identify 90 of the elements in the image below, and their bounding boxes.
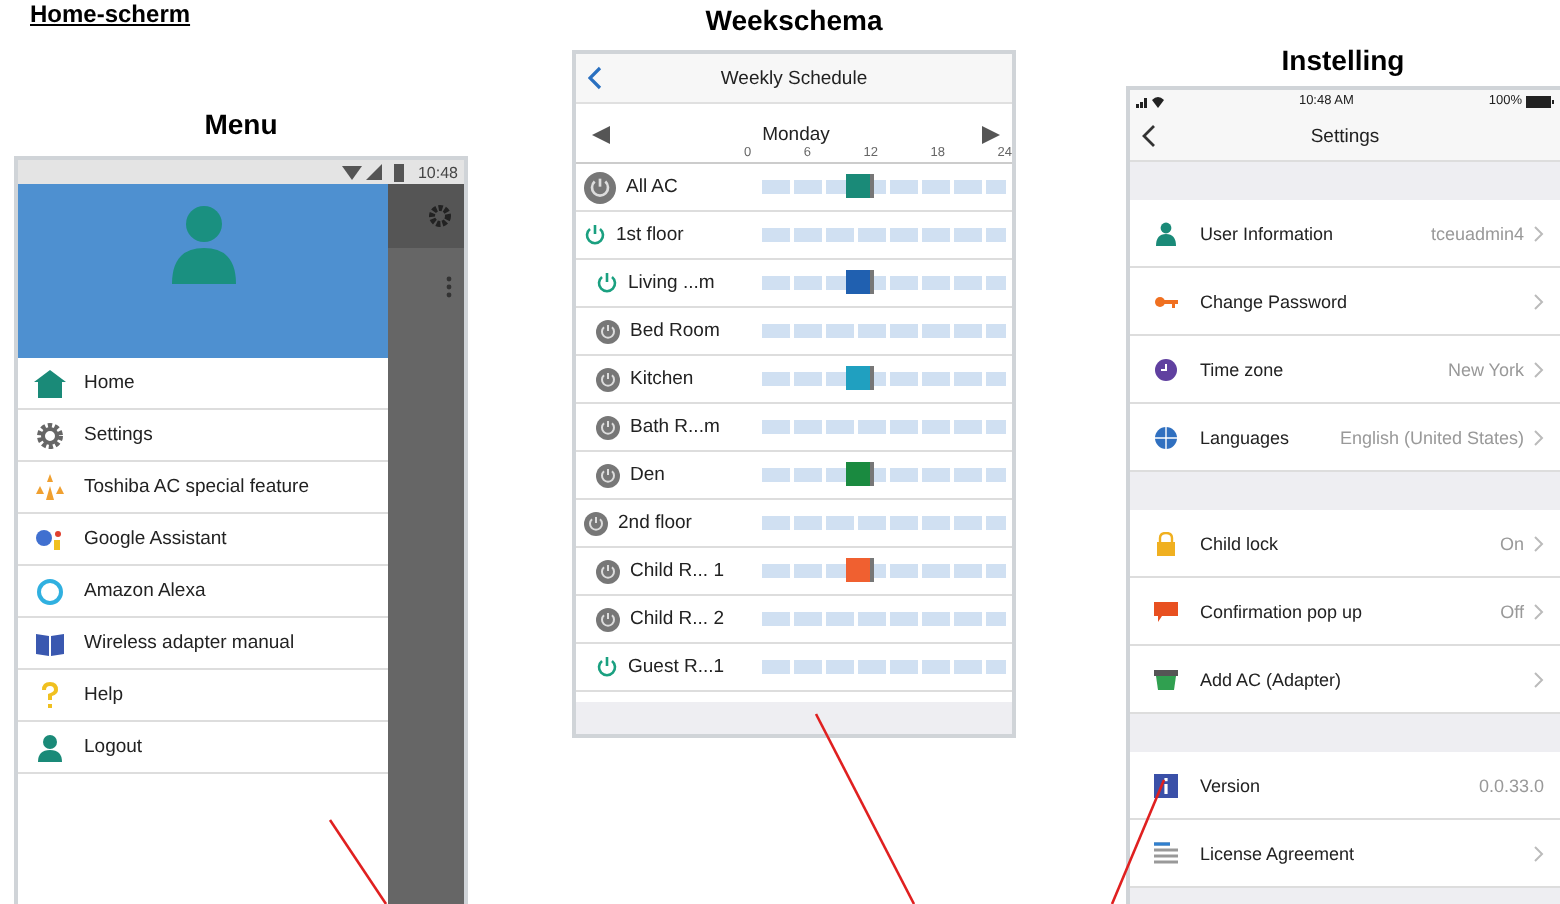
schedule-block[interactable] — [846, 174, 875, 198]
stars-icon — [34, 473, 66, 501]
globe-icon — [1154, 425, 1178, 449]
clock-icon — [1154, 357, 1178, 381]
settings-row[interactable]: Time zone New York — [1130, 336, 1560, 404]
person-icon — [1154, 221, 1178, 245]
room-name: Den — [630, 464, 667, 486]
screen-title: Weekly Schedule — [720, 67, 868, 89]
status-time: 10:48 — [417, 163, 458, 181]
room-name: Living ...m — [628, 272, 717, 294]
room-name: Bed Room — [630, 320, 722, 342]
page-heading: Home-scherm — [30, 0, 191, 28]
room-name: Bath R...m — [630, 416, 722, 438]
section-heading: Weekschema — [703, 4, 885, 38]
info-icon — [1154, 773, 1178, 797]
schedule-block[interactable] — [845, 270, 874, 294]
lock-icon — [1154, 531, 1178, 555]
screen-title: Settings — [1310, 125, 1380, 147]
power-button-icon[interactable] — [596, 559, 620, 583]
day-label: Monday — [762, 124, 830, 146]
leader-line — [328, 819, 388, 904]
setting-label: Time zone — [1200, 359, 1284, 379]
previous-day-icon[interactable] — [592, 126, 610, 144]
gear-icon — [34, 421, 66, 449]
settings-row[interactable]: User Information tceuadmin4 — [1130, 200, 1560, 268]
power-button-icon[interactable] — [596, 463, 620, 487]
setting-label: Languages — [1200, 427, 1290, 447]
power-icon[interactable] — [596, 656, 618, 678]
adapter-icon — [1154, 667, 1178, 691]
signal-wifi-icon — [1136, 95, 1164, 107]
power-button-icon[interactable] — [596, 607, 620, 631]
dots-icon — [34, 525, 66, 553]
room-name: Kitchen — [630, 368, 696, 390]
section-heading: Instelling — [1279, 44, 1407, 78]
setting-label: Version — [1200, 775, 1261, 795]
back-icon[interactable] — [1142, 124, 1156, 148]
settings-row[interactable]: Child lock On — [1130, 510, 1560, 578]
power-button-icon[interactable] — [596, 367, 620, 391]
next-day-icon[interactable] — [982, 126, 1000, 144]
bubble-icon — [1154, 599, 1178, 623]
menu-item[interactable]: Home — [18, 358, 388, 410]
leader-line — [1110, 779, 1166, 904]
settings-row[interactable]: Languages English (United States) — [1130, 404, 1560, 472]
setting-value: 0.0.33.0 — [1478, 775, 1544, 795]
room-name: Child R... 2 — [630, 608, 726, 630]
home-icon — [34, 369, 66, 397]
room-name: Child R... 1 — [630, 560, 726, 582]
setting-value: Off — [1500, 601, 1524, 621]
power-button-icon[interactable] — [584, 511, 608, 535]
ring-icon — [34, 577, 66, 605]
setting-label: Confirmation pop up — [1200, 601, 1363, 621]
power-button-icon[interactable] — [584, 171, 616, 203]
power-icon[interactable] — [596, 272, 618, 294]
settings-icon — [428, 204, 452, 228]
lines-icon — [1154, 841, 1178, 865]
settings-row[interactable]: Change Password — [1130, 268, 1560, 336]
room-name: 1st floor — [616, 224, 686, 246]
power-button-icon[interactable] — [596, 319, 620, 343]
setting-label: User Information — [1200, 223, 1334, 243]
menu-item[interactable]: Amazon Alexa — [18, 566, 388, 618]
battery-icon — [1526, 95, 1554, 107]
setting-label: License Agreement — [1200, 843, 1355, 863]
menu-item[interactable]: Settings — [18, 410, 388, 462]
setting-value: tceuadmin4 — [1430, 223, 1524, 243]
settings-row[interactable]: Add AC (Adapter) — [1130, 646, 1560, 714]
settings-row[interactable]: License Agreement — [1130, 820, 1560, 888]
person-icon — [167, 204, 239, 284]
book-icon — [34, 629, 66, 657]
person-icon — [34, 733, 66, 761]
room-name: Guest R...1 — [628, 656, 727, 678]
setting-value: New York — [1447, 359, 1524, 379]
setting-value: On — [1499, 533, 1524, 553]
menu-item[interactable]: Google Assistant — [18, 514, 388, 566]
room-name: All AC — [626, 176, 680, 198]
setting-value: English (United States) — [1339, 427, 1524, 447]
setting-label: Child lock — [1200, 533, 1279, 553]
menu-item[interactable]: Wireless adapter manual — [18, 618, 388, 670]
settings-row[interactable]: Version 0.0.33.0 — [1130, 752, 1560, 820]
more-icon — [446, 276, 452, 298]
setting-label: Change Password — [1200, 291, 1348, 311]
section-heading: Menu — [202, 108, 280, 142]
room-name: 2nd floor — [618, 512, 694, 534]
settings-row[interactable]: Confirmation pop up Off — [1130, 578, 1560, 646]
schedule-block[interactable] — [846, 462, 875, 486]
menu-item[interactable]: Logout — [18, 722, 388, 774]
setting-label: Add AC (Adapter) — [1200, 669, 1342, 689]
schedule-block[interactable] — [846, 558, 875, 582]
schedule-block[interactable] — [846, 366, 875, 390]
power-icon[interactable] — [584, 224, 606, 246]
power-button-icon[interactable] — [596, 415, 620, 439]
